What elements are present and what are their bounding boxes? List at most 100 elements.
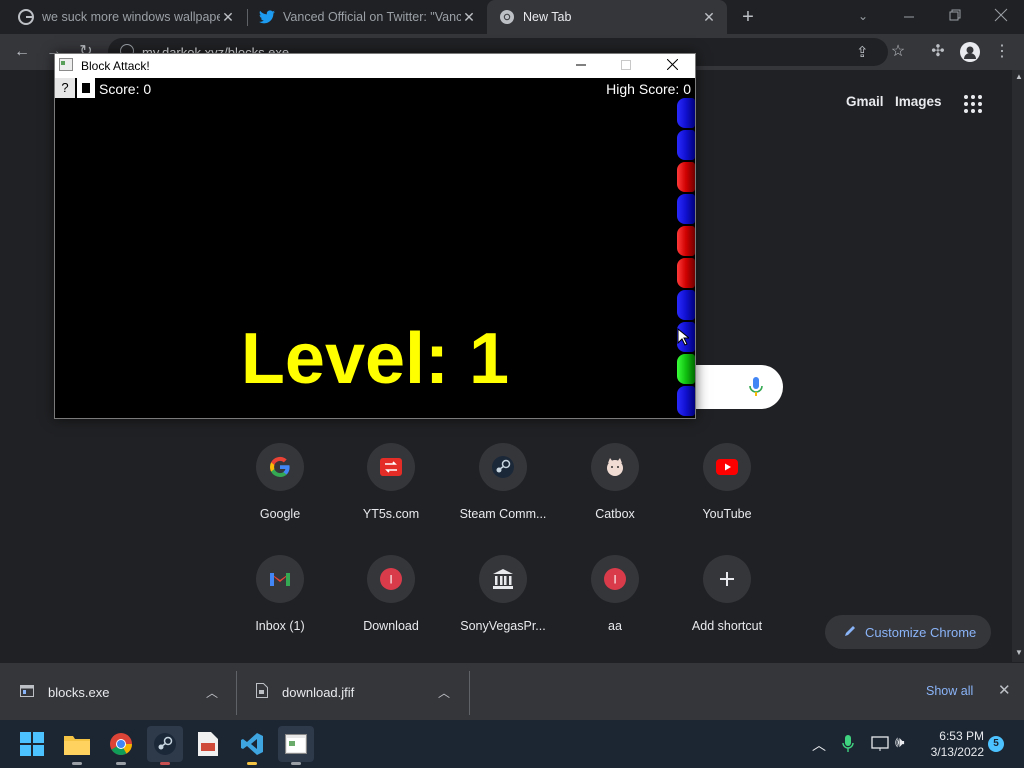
- google-g-icon: [256, 443, 304, 491]
- tab-title: New Tab: [523, 10, 572, 24]
- page-scrollbar[interactable]: ▲ ▼: [1012, 70, 1024, 662]
- scroll-down-icon[interactable]: ▼: [1015, 648, 1023, 657]
- block-blue[interactable]: [677, 290, 695, 320]
- network-tray-icon[interactable]: [871, 736, 889, 757]
- shortcut-label: Download: [363, 619, 419, 633]
- extensions-puzzle-icon[interactable]: ✣: [928, 42, 948, 62]
- download-filename: download.jfif: [282, 684, 355, 700]
- google-g-icon: [18, 9, 34, 25]
- tab-wallpaper[interactable]: we suck more windows wallpape ✕: [0, 0, 246, 34]
- block-red[interactable]: [677, 162, 695, 192]
- tab-strip: we suck more windows wallpape ✕ Vanced O…: [0, 0, 1024, 34]
- game-board[interactable]: ? Score: 0 High Score: 0 Level: 1: [55, 78, 695, 418]
- gmail-link[interactable]: Gmail: [846, 94, 884, 109]
- shortcut-sonyvegas[interactable]: SonyVegasPr...: [447, 555, 559, 633]
- restore-icon[interactable]: [948, 8, 962, 22]
- tab-title: we suck more windows wallpape: [42, 10, 220, 24]
- visual-studio-icon[interactable]: [234, 726, 270, 765]
- shortcut-yt5s[interactable]: YT5s.com: [335, 443, 447, 521]
- block-red[interactable]: [677, 258, 695, 288]
- shortcut-label: Google: [259, 507, 301, 521]
- chrome-menu-icon[interactable]: ⋮: [992, 42, 1012, 62]
- tab-search-chevron-icon[interactable]: ⌄: [855, 9, 871, 25]
- stop-square-icon: [82, 83, 90, 93]
- game-minimize-icon[interactable]: [576, 59, 586, 73]
- yt5s-icon: [367, 443, 415, 491]
- windows-taskbar: ︿ 🕪 6:53 PM 3/13/2022 5: [0, 720, 1024, 768]
- document-icon[interactable]: [190, 726, 226, 762]
- running-indicator: [291, 762, 301, 765]
- close-download-shelf-icon[interactable]: ✕: [998, 681, 1011, 699]
- close-tab-icon[interactable]: ✕: [701, 9, 717, 26]
- high-score-label: High Score: 0: [606, 81, 691, 97]
- exe-file-icon: [20, 684, 34, 701]
- block-blue[interactable]: [677, 386, 695, 416]
- bookmark-star-icon[interactable]: ☆: [888, 42, 908, 62]
- block-blue[interactable]: [677, 194, 695, 224]
- voice-search-mic-icon[interactable]: [749, 377, 763, 402]
- shortcut-steam-community[interactable]: Steam Comm...: [447, 443, 559, 521]
- game-close-icon[interactable]: [666, 58, 679, 73]
- pencil-icon: [843, 624, 857, 641]
- tray-chevron-up-icon[interactable]: ︿: [812, 735, 826, 755]
- shortcut-label: Inbox (1): [255, 619, 305, 633]
- share-icon[interactable]: ⇪: [856, 43, 869, 61]
- shortcut-inbox[interactable]: Inbox (1): [224, 555, 336, 633]
- google-apps-grid-icon[interactable]: [963, 94, 983, 114]
- steam-icon[interactable]: [147, 726, 183, 765]
- back-arrow-icon[interactable]: ←: [12, 42, 32, 62]
- shortcut-label: aa: [608, 619, 622, 633]
- chrome-icon[interactable]: [103, 726, 139, 765]
- download-item-blocks[interactable]: blocks.exe ︿: [20, 663, 230, 721]
- close-tab-icon[interactable]: ✕: [461, 9, 477, 26]
- twitter-icon: [259, 9, 275, 25]
- shortcut-add[interactable]: Add shortcut: [671, 555, 783, 633]
- shortcut-aa[interactable]: I aa: [559, 555, 671, 633]
- block-attack-window: Block Attack! ? Score: 0 High Score: 0 L…: [54, 53, 696, 419]
- score-label: Score: 0: [99, 81, 152, 97]
- chevron-up-icon[interactable]: ︿: [438, 684, 450, 701]
- shortcut-youtube[interactable]: YouTube: [671, 443, 783, 521]
- tab-title: Vanced Official on Twitter: "Vanc: [283, 10, 461, 24]
- download-item-jfif[interactable]: download.jfif ︿: [256, 663, 466, 721]
- new-tab-plus-icon[interactable]: +: [738, 6, 758, 28]
- images-link[interactable]: Images: [895, 94, 942, 109]
- shortcut-label: Steam Comm...: [459, 507, 547, 521]
- tab-new-tab[interactable]: New Tab ✕: [487, 0, 727, 34]
- microphone-tray-icon[interactable]: [842, 735, 854, 758]
- level-banner: Level: 1: [240, 319, 510, 399]
- block-blue[interactable]: [677, 98, 695, 128]
- notification-badge[interactable]: 5: [988, 736, 1004, 752]
- scroll-up-icon[interactable]: ▲: [1015, 72, 1023, 81]
- shortcut-catbox[interactable]: Catbox: [559, 443, 671, 521]
- shortcut-google[interactable]: Google: [224, 443, 336, 521]
- windows-start-icon[interactable]: [14, 726, 50, 762]
- chevron-up-icon[interactable]: ︿: [206, 684, 218, 701]
- game-window-title: Block Attack!: [81, 59, 150, 73]
- download-divider: [236, 671, 237, 715]
- shortcut-download[interactable]: I Download: [335, 555, 447, 633]
- clock[interactable]: 6:53 PM 3/13/2022: [920, 728, 984, 760]
- block-green[interactable]: [677, 354, 695, 384]
- game-maximize-icon: [621, 59, 631, 73]
- svg-text:I: I: [613, 573, 616, 587]
- file-explorer-icon[interactable]: [59, 726, 95, 765]
- game-title-bar[interactable]: Block Attack!: [55, 54, 695, 78]
- stop-button[interactable]: [77, 78, 95, 98]
- block-red[interactable]: [677, 226, 695, 256]
- customize-label: Customize Chrome: [865, 624, 977, 640]
- download-divider: [469, 671, 470, 715]
- profile-avatar-icon[interactable]: [960, 42, 980, 62]
- tab-vanced-twitter[interactable]: Vanced Official on Twitter: "Vanc ✕: [241, 0, 487, 34]
- download-filename: blocks.exe: [48, 684, 110, 700]
- show-all-downloads-link[interactable]: Show all: [926, 684, 973, 698]
- block-blue[interactable]: [677, 130, 695, 160]
- close-tab-icon[interactable]: ✕: [220, 9, 236, 26]
- volume-tray-icon[interactable]: 🕪: [895, 734, 904, 751]
- help-button[interactable]: ?: [55, 78, 75, 98]
- running-indicator: [247, 762, 257, 765]
- block-attack-icon[interactable]: [278, 726, 314, 765]
- customize-chrome-button[interactable]: Customize Chrome: [825, 615, 991, 649]
- close-window-icon[interactable]: [994, 8, 1008, 22]
- minimize-icon[interactable]: [902, 10, 916, 24]
